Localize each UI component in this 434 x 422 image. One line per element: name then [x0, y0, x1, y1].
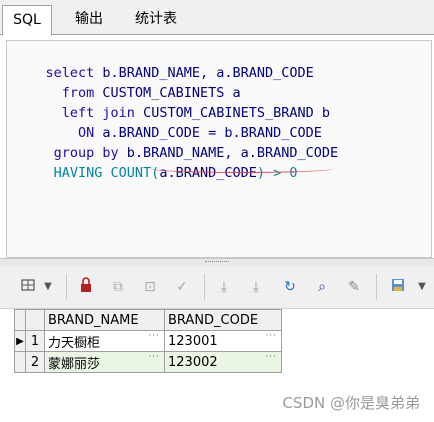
cell-brand-code[interactable]: 123001 ··· [164, 330, 282, 352]
insert-record-icon[interactable]: ⧉ [108, 277, 128, 297]
highlight-underline [150, 164, 334, 173]
delete-record-icon[interactable]: ⊡ [140, 277, 160, 297]
result-grid: BRAND_NAME BRAND_CODE ▶ 1 力天橱柜 ··· 123001… [14, 309, 282, 373]
cell-ellipsis-icon[interactable]: ··· [265, 352, 277, 362]
row-number: 2 [25, 351, 45, 373]
splitter-grip [205, 261, 229, 264]
cell-ellipsis-icon[interactable]: ··· [148, 331, 160, 341]
editor-tab-bar: SQL 输出 统计表 [0, 0, 434, 36]
tab-sql[interactable]: SQL [2, 5, 52, 36]
cell-value: 123002 [168, 354, 218, 370]
column-header-brand-code[interactable]: BRAND_CODE [164, 309, 282, 331]
refresh-icon[interactable]: ↻ [280, 277, 300, 297]
move-first-icon[interactable]: ⤓ [214, 277, 234, 297]
export-icon[interactable] [388, 277, 408, 297]
code-line-1: select b.BRAND_NAME, a.BRAND_CODE [13, 43, 314, 81]
clear-icon[interactable]: ✎ [344, 277, 364, 297]
grid-toolbar: ▼ ⧉ ⊡ ✓ ⤓ ⤓ ↻ ⌕ ✎ ▼ [0, 266, 434, 309]
find-icon[interactable]: ⌕ [312, 277, 332, 297]
row-number: 1 [25, 330, 45, 352]
more-icon[interactable]: ▼ [412, 277, 432, 297]
cell-value: 蒙娜丽莎 [48, 356, 101, 372]
code-line-4: ON a.BRAND_CODE = b.BRAND_CODE [13, 103, 322, 141]
column-header-brand-name[interactable]: BRAND_NAME [44, 309, 165, 331]
code-line-5: group by b.BRAND_NAME, a.BRAND_CODE [13, 123, 338, 161]
cell-value: 力天橱柜 [48, 335, 101, 351]
dropdown-arrow-icon[interactable]: ▼ [38, 277, 58, 297]
cell-brand-code[interactable]: 123002 ··· [164, 351, 282, 373]
post-edit-icon[interactable]: ✓ [172, 277, 192, 297]
cell-brand-name[interactable]: 蒙娜丽莎 ··· [44, 351, 165, 373]
tab-output[interactable]: 输出 [64, 6, 114, 33]
toolbar-separator [204, 274, 205, 300]
lock-icon[interactable] [76, 277, 96, 297]
table-row[interactable]: 2 蒙娜丽莎 ··· 123002 ··· [14, 351, 282, 373]
row-indicator [14, 351, 26, 373]
grid-options-icon[interactable] [18, 277, 38, 297]
cell-ellipsis-icon[interactable]: ··· [148, 352, 160, 362]
table-row[interactable]: ▶ 1 力天橱柜 ··· 123001 ··· [14, 330, 282, 352]
code-line-2: from CUSTOM_CABINETS a [13, 63, 241, 101]
row-indicator-icon: ▶ [14, 330, 26, 352]
grid-corner [14, 309, 26, 331]
toolbar-separator [66, 274, 67, 300]
sql-editor[interactable]: select b.BRAND_NAME, a.BRAND_CODE from C… [6, 40, 432, 258]
toolbar-separator [376, 274, 377, 300]
column-header-label: BRAND_CODE [168, 312, 259, 328]
grid-header-row: BRAND_NAME BRAND_CODE [14, 309, 282, 331]
move-last-icon[interactable]: ⤓ [246, 277, 266, 297]
sql-keyword: HAVING COUNT( [45, 165, 160, 181]
code-line-6: HAVING COUNT(a.BRAND_CODE) > 0 [13, 143, 298, 181]
cell-value: 123001 [168, 333, 218, 349]
watermark: CSDN @你是臭弟弟 [282, 394, 420, 412]
code-line-3: left join CUSTOM_CABINETS_BRAND b [13, 83, 330, 121]
cell-brand-name[interactable]: 力天橱柜 ··· [44, 330, 165, 352]
cell-ellipsis-icon[interactable]: ··· [265, 331, 277, 341]
grid-corner [25, 309, 45, 331]
column-header-label: BRAND_NAME [48, 312, 139, 328]
tab-statistics[interactable]: 统计表 [124, 6, 188, 33]
